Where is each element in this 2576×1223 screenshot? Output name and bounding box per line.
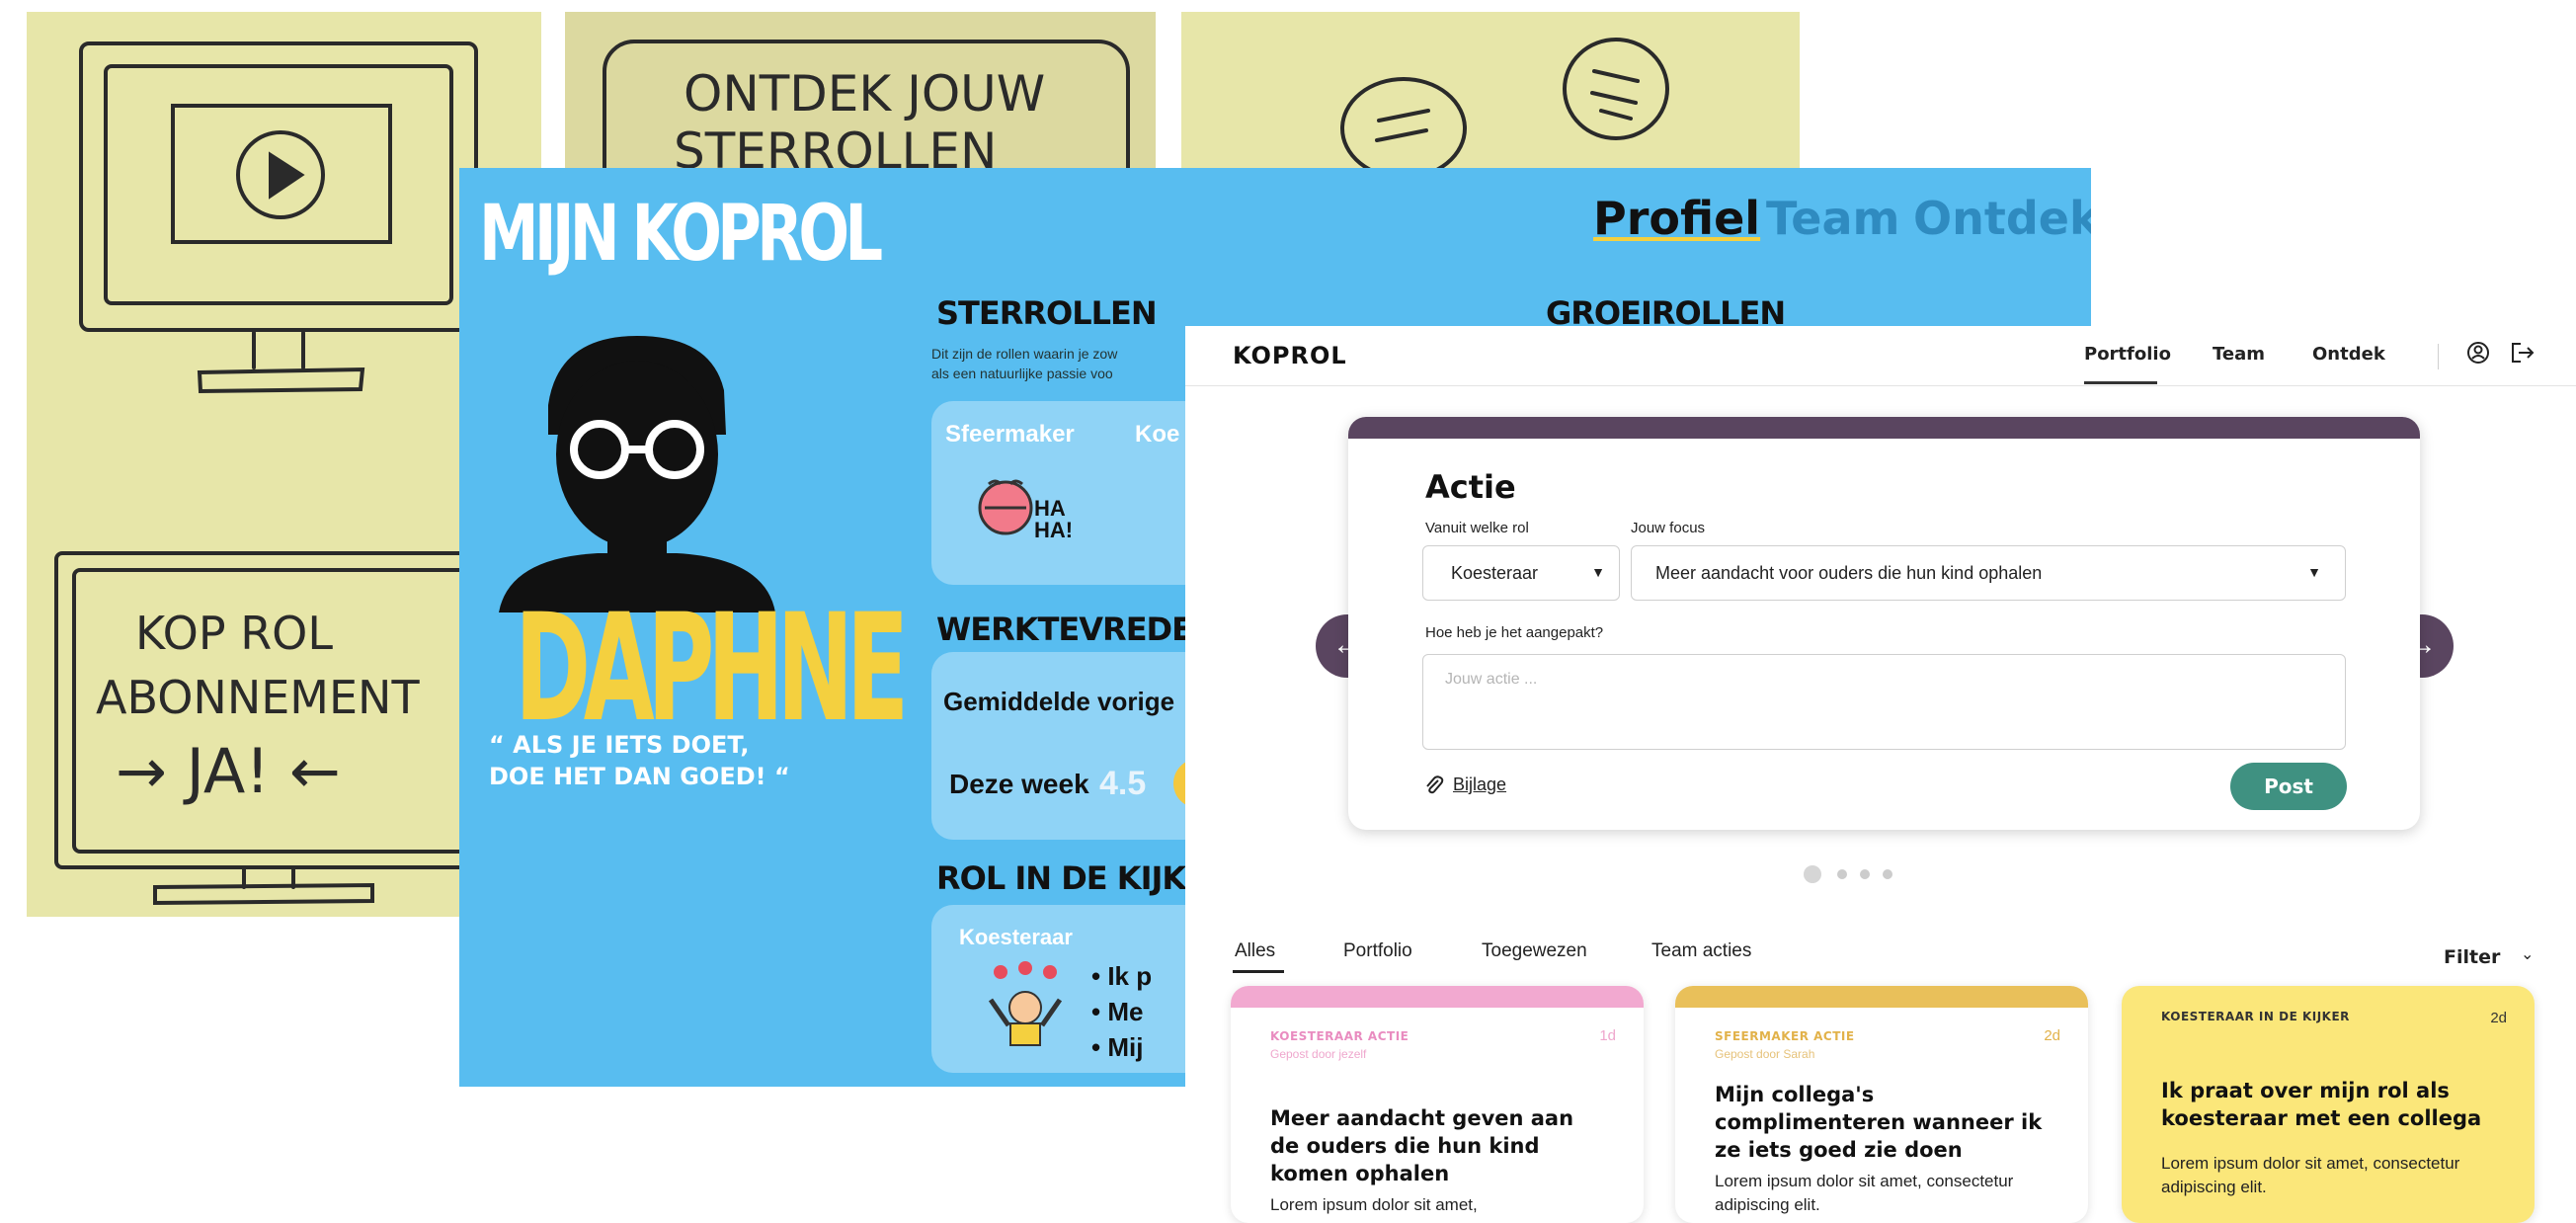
focus-select[interactable]: Meer aandacht voor ouders die hun kind o… — [1631, 545, 2346, 601]
role-label: Vanuit welke rol — [1425, 520, 1529, 536]
werk-average-label: Gemiddelde vorige — [943, 687, 1175, 716]
feed-card-category: KOESTERAAR IN DE KIJKER — [2161, 1010, 2350, 1023]
feed-card-title: Meer aandacht geven aan de ouders die hu… — [1270, 1106, 1574, 1185]
profile-quote: “ ALS JE IETS DOET, DOE HET DAN GOED! “ — [489, 731, 790, 790]
feed-card-title: Mijn collega's complimenteren wanneer ik… — [1715, 1083, 2043, 1162]
how-label: Hoe heb je het aangepakt? — [1425, 624, 1604, 641]
feed-card-age: 2d — [2490, 1010, 2507, 1026]
werktevredenheid-panel: Gemiddelde vorige Deze week 4.5 — [931, 652, 1223, 840]
feed-card-author: Gepost door Sarah — [1715, 1047, 1815, 1061]
rol-role-name: Koesteraar — [959, 925, 1073, 949]
werktevredenheid-heading: WERKTEVREDE — [936, 611, 1193, 648]
sterrollen-heading: STERROLLEN — [936, 294, 1158, 332]
blue-nav-team[interactable]: Team — [1766, 192, 1899, 245]
sketch-sign-line-1: KOP ROL — [135, 607, 333, 660]
paperclip-icon[interactable] — [1423, 775, 1445, 796]
blue-logo: MIJN KOPROL — [479, 190, 883, 279]
feed-card-age: 2d — [2044, 1027, 2060, 1044]
koprol-app: KOPROL Portfolio Team Ontdek ← → Actie V… — [1185, 326, 2576, 1223]
feed-card-body: Lorem ipsum dolor sit amet, — [1270, 1195, 1478, 1214]
nav-portfolio[interactable]: Portfolio — [2084, 344, 2171, 365]
feed-card-age: 1d — [1599, 1027, 1616, 1044]
tab-alles[interactable]: Alles — [1235, 940, 1275, 962]
app-header: KOPROL Portfolio Team Ontdek — [1185, 326, 2576, 386]
filter-button[interactable]: Filter — [2444, 946, 2500, 968]
card-top-band — [1348, 417, 2420, 439]
tab-portfolio[interactable]: Portfolio — [1343, 940, 1412, 962]
werk-week-label: Deze week — [949, 769, 1089, 799]
feed-card-3[interactable]: KOESTERAAR IN DE KIJKER 2d Ik praat over… — [2122, 986, 2535, 1223]
composer-title: Actie — [1425, 468, 1516, 506]
sterrollen-description: Dit zijn de rollen waarin je zow als een… — [931, 346, 1118, 381]
app-logo[interactable]: KOPROL — [1233, 342, 1347, 369]
chevron-down-icon: ▼ — [2307, 564, 2321, 580]
sketch-headline-text: ONTDEK JOUW — [684, 65, 1045, 122]
laughing-face-icon — [978, 479, 1033, 535]
blue-nav-ontdek[interactable]: Ontdek — [1913, 192, 2091, 245]
sketch-sign-line-2: ABONNEMENT — [96, 671, 420, 724]
feed-card-category: KOESTERAAR ACTIE — [1270, 1029, 1409, 1043]
user-circle-icon[interactable] — [2465, 340, 2491, 366]
focus-label: Jouw focus — [1631, 520, 1706, 536]
feed-card-band — [1231, 986, 1644, 1008]
sketch-sign-line-3: → JA! ← — [116, 735, 341, 807]
tab-team-acties[interactable]: Team acties — [1651, 940, 1751, 962]
focus-select-value: Meer aandacht voor ouders die hun kind o… — [1655, 563, 2043, 583]
carousel-dot-1[interactable] — [1804, 865, 1821, 883]
rol-in-de-kijker-heading: ROL IN DE KIJK — [936, 859, 1186, 897]
role-select[interactable]: Koesteraar ▼ — [1422, 545, 1620, 601]
werk-week-value: 4.5 — [1099, 765, 1147, 802]
post-button[interactable]: Post — [2230, 763, 2347, 810]
tab-active-indicator — [1233, 970, 1284, 973]
carousel-dot-2[interactable] — [1837, 869, 1847, 879]
logout-icon[interactable] — [2509, 340, 2536, 366]
carousel-dot-4[interactable] — [1883, 869, 1892, 879]
feed-card-1[interactable]: KOESTERAAR ACTIE Gepost door jezelf 1d M… — [1231, 986, 1644, 1223]
rol-in-de-kijker-panel: Koesteraar • Ik p • Me • Mij — [931, 905, 1208, 1073]
role-select-value: Koesteraar — [1451, 563, 1539, 583]
tab-toegewezen[interactable]: Toegewezen — [1482, 940, 1587, 962]
ha-ha-label: HA HA! — [1034, 496, 1074, 542]
feed-card-author: Gepost door jezelf — [1270, 1047, 1367, 1061]
chevron-down-icon: ▼ — [1591, 564, 1605, 580]
feed-card-body: Lorem ipsum dolor sit amet, consectetur … — [2161, 1154, 2460, 1196]
avatar-icon — [499, 336, 775, 612]
carousel-dot-3[interactable] — [1860, 869, 1870, 879]
sterrollen-panel: Sfeermaker Koe HA HA! — [931, 401, 1208, 585]
feed-card-title: Ik praat over mijn rol als koesteraar me… — [2161, 1079, 2482, 1130]
nav-ontdek[interactable]: Ontdek — [2312, 344, 2385, 365]
feed-card-category: SFEERMAKER ACTIE — [1715, 1029, 1855, 1043]
nav-active-indicator — [2084, 381, 2157, 384]
nav-team[interactable]: Team — [2213, 344, 2265, 365]
action-textarea[interactable]: Jouw actie ... — [1422, 654, 2346, 750]
rol-bullets: • Ik p • Me • Mij — [1091, 961, 1153, 1062]
feed-card-band — [1675, 986, 2088, 1008]
action-composer-card: Actie Vanuit welke rol Jouw focus Koeste… — [1348, 417, 2420, 830]
role-koe[interactable]: Koe — [1135, 421, 1179, 448]
blue-nav-profiel[interactable]: Profiel — [1593, 192, 1760, 245]
action-placeholder: Jouw actie ... — [1445, 671, 1538, 688]
nav-divider — [2438, 344, 2439, 369]
feed-card-2[interactable]: SFEERMAKER ACTIE Gepost door Sarah 2d Mi… — [1675, 986, 2088, 1223]
cheering-person-icon — [988, 961, 1063, 1046]
attachment-link[interactable]: Bijlage — [1453, 775, 1506, 795]
chevron-down-icon[interactable]: ⌄ — [2521, 944, 2534, 964]
role-sfeermaker[interactable]: Sfeermaker — [945, 421, 1075, 448]
feed-card-body: Lorem ipsum dolor sit amet, consectetur … — [1715, 1172, 2014, 1214]
